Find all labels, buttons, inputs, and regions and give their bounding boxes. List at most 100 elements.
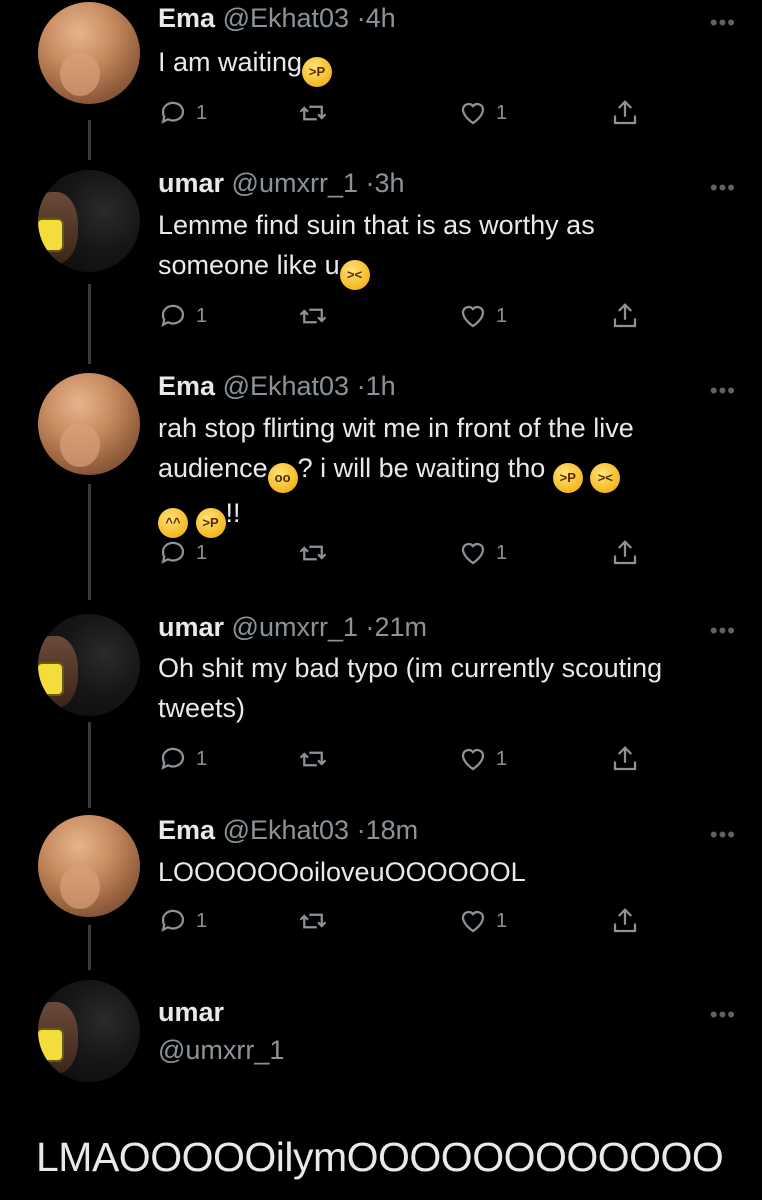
timestamp[interactable]: 3h (375, 168, 405, 198)
author-name[interactable]: Ema (158, 815, 215, 845)
share-icon (613, 303, 637, 328)
heart-icon (461, 910, 485, 933)
reply-count: 1 (196, 747, 208, 770)
share-button[interactable] (610, 742, 640, 776)
timestamp[interactable]: 4h (366, 3, 396, 33)
separator: · (356, 3, 366, 33)
author-name[interactable]: Ema (158, 371, 215, 401)
author-name-block: umar (158, 996, 224, 1028)
author-handle[interactable]: @Ekhat03 (223, 3, 349, 33)
author-handle[interactable]: @Ekhat03 (223, 371, 349, 401)
tweet-actions: 1 1 (158, 299, 658, 333)
reply-button[interactable]: 1 (158, 96, 207, 130)
avatar[interactable] (38, 614, 140, 716)
heart-icon (461, 542, 485, 565)
reply-count: 1 (196, 304, 208, 327)
more-options-icon[interactable]: ••• (710, 618, 736, 644)
author-name[interactable]: Ema (158, 3, 215, 33)
more-options-icon[interactable]: ••• (710, 378, 736, 404)
tweet-text-line: Oh shit my bad typo (im currently scouti… (158, 653, 663, 683)
flushed-emoji: oo (267, 463, 298, 493)
tweet-text-content: !! (225, 498, 241, 528)
tweet[interactable]: umar @umxrr_1 ·21m ••• Oh shit my bad ty… (0, 608, 762, 804)
tweet-header: Ema @Ekhat03 ·18m (158, 814, 418, 846)
tweet-header: umar @umxrr_1 ·21m (158, 611, 427, 643)
tweet-header: umar @umxrr_1 ·3h (158, 167, 405, 199)
squint-tongue-emoji: >P (195, 508, 226, 538)
avatar[interactable] (38, 170, 140, 272)
tweet-text-content: audience (158, 453, 268, 483)
retweet-button[interactable] (298, 536, 328, 570)
more-options-icon[interactable]: ••• (710, 1002, 736, 1028)
author-handle[interactable]: @umxrr_1 (158, 1035, 284, 1065)
timestamp[interactable]: 21m (375, 612, 428, 642)
share-button[interactable] (610, 299, 640, 333)
more-options-icon[interactable]: ••• (710, 10, 736, 36)
reply-count: 1 (196, 541, 208, 564)
squint-tongue-emoji: >P (302, 57, 333, 87)
retweet-button[interactable] (298, 299, 328, 333)
tweet-actions: 1 1 (158, 96, 658, 130)
avatar[interactable] (38, 815, 140, 917)
retweet-button[interactable] (298, 96, 328, 130)
retweet-icon (299, 105, 327, 121)
reply-button[interactable]: 1 (158, 742, 207, 776)
tweet-header: Ema @Ekhat03 ·4h (158, 2, 396, 34)
retweet-icon (299, 913, 327, 929)
like-button[interactable]: 1 (458, 96, 507, 130)
tired-emoji: >< (590, 463, 621, 493)
more-options-icon[interactable]: ••• (710, 822, 736, 848)
weary-emoji: >< (339, 260, 370, 290)
heart-icon (461, 305, 485, 328)
tweet[interactable]: umar @umxrr_1 ·3h ••• Lemme find suin th… (0, 165, 762, 365)
tweet[interactable]: Ema @Ekhat03 ·18m ••• LOOOOOOoiloveuOOOO… (0, 812, 762, 962)
author-name[interactable]: umar (158, 168, 224, 198)
like-button[interactable]: 1 (458, 536, 507, 570)
tweet-text-content: LOOOOOOoiloveuOOOOOOL (158, 857, 526, 887)
timestamp[interactable]: 1h (366, 371, 396, 401)
share-button[interactable] (610, 96, 640, 130)
tweet-text-content: I am waiting (158, 47, 303, 77)
tweet-text-line: rah stop flirting wit me in front of the… (158, 413, 634, 443)
author-handle-block: @umxrr_1 (158, 1034, 284, 1066)
reply-icon (161, 101, 185, 124)
tweet[interactable]: Ema @Ekhat03 ·4h ••• I am waiting >P 1 1 (0, 0, 762, 150)
author-name[interactable]: umar (158, 612, 224, 642)
reply-button[interactable]: 1 (158, 536, 207, 570)
avatar[interactable] (38, 373, 140, 475)
share-button[interactable] (610, 536, 640, 570)
tweet-actions: 1 1 (158, 904, 658, 938)
share-button[interactable] (610, 904, 640, 938)
retweet-button[interactable] (298, 742, 328, 776)
reply-button[interactable]: 1 (158, 299, 207, 333)
author-name[interactable]: umar (158, 997, 224, 1027)
main-tweet-text: LMAOOOOOilymOOOOOOOOOOOO (36, 1134, 724, 1180)
tweet-text-line: ^^ >P!! (158, 493, 748, 538)
tweet-text-content: ? i will be waiting tho (297, 453, 546, 483)
like-button[interactable]: 1 (458, 299, 507, 333)
avatar-photo (60, 52, 100, 96)
timestamp[interactable]: 18m (366, 815, 419, 845)
tweet-text: LOOOOOOoiloveuOOOOOOL (158, 852, 748, 892)
tweet-text: Lemme find suin that is as worthy as som… (158, 205, 748, 290)
avatar-photo (60, 865, 100, 909)
separator: · (356, 815, 366, 845)
squint-tongue-emoji: >P (552, 463, 583, 493)
more-options-icon[interactable]: ••• (710, 175, 736, 201)
yum-emoji: ^^ (158, 508, 188, 538)
avatar[interactable] (38, 980, 140, 1082)
heart-icon (461, 748, 485, 771)
like-button[interactable]: 1 (458, 904, 507, 938)
author-handle[interactable]: @Ekhat03 (223, 815, 349, 845)
reply-icon (161, 541, 185, 564)
retweet-button[interactable] (298, 904, 328, 938)
author-handle[interactable]: @umxrr_1 (232, 168, 358, 198)
avatar[interactable] (38, 2, 140, 104)
author-handle[interactable]: @umxrr_1 (232, 612, 358, 642)
like-button[interactable]: 1 (458, 742, 507, 776)
tweet[interactable]: Ema @Ekhat03 ·1h ••• rah stop flirting w… (0, 368, 762, 598)
reply-button[interactable]: 1 (158, 904, 207, 938)
separator: · (365, 168, 375, 198)
avatar-filter (38, 662, 64, 696)
heart-icon (461, 102, 485, 125)
